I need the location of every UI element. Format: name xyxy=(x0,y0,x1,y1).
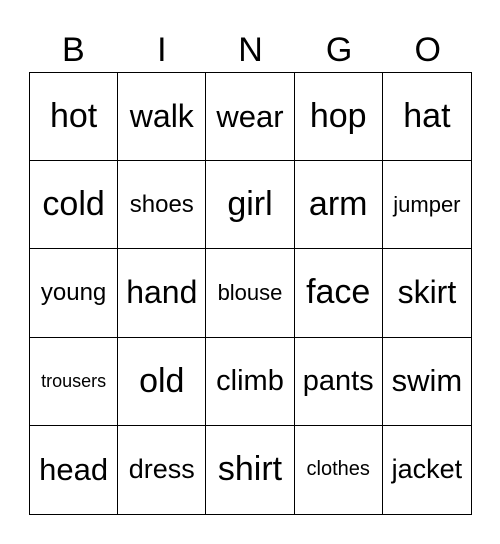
bingo-grid: hot walk wear hop hat cold shoes girl ar… xyxy=(29,72,472,515)
bingo-cell[interactable]: pants xyxy=(294,337,383,426)
bingo-cell[interactable]: old xyxy=(118,337,207,426)
bingo-cell[interactable]: young xyxy=(30,249,119,338)
bingo-cell[interactable]: shoes xyxy=(118,161,207,250)
bingo-cell[interactable]: girl xyxy=(206,161,295,250)
header-letter-b: B xyxy=(61,31,85,69)
bingo-cell[interactable]: cold xyxy=(30,161,119,250)
bingo-cell[interactable]: walk xyxy=(118,73,207,162)
bingo-cell[interactable]: head xyxy=(30,425,119,514)
bingo-cell[interactable]: swim xyxy=(382,338,471,426)
bingo-cell[interactable]: jacket xyxy=(383,426,471,514)
bingo-cell[interactable]: face xyxy=(294,249,383,338)
bingo-cell[interactable]: shirt xyxy=(206,425,295,514)
bingo-cell[interactable]: hat xyxy=(382,73,471,162)
bingo-cell[interactable]: hop xyxy=(294,73,383,162)
bingo-cell[interactable]: skirt xyxy=(382,249,471,338)
bingo-cell[interactable]: wear xyxy=(206,73,295,162)
bingo-cell[interactable]: jumper xyxy=(382,161,471,250)
header-letter-g: G xyxy=(325,31,353,69)
bingo-cell[interactable]: dress xyxy=(118,425,207,514)
bingo-cell[interactable]: blouse xyxy=(206,249,295,338)
bingo-cell[interactable]: arm xyxy=(294,161,383,250)
bingo-cell[interactable]: climb xyxy=(206,337,295,426)
bingo-cell[interactable]: hot xyxy=(30,73,119,162)
bingo-cell[interactable]: trousers xyxy=(30,337,119,426)
bingo-cell[interactable]: hand xyxy=(118,249,207,338)
header-letter-i: I xyxy=(157,31,167,69)
header-letter-o: O xyxy=(414,31,441,69)
header-letter-n: N xyxy=(238,31,263,69)
bingo-cell[interactable]: clothes xyxy=(295,425,383,514)
